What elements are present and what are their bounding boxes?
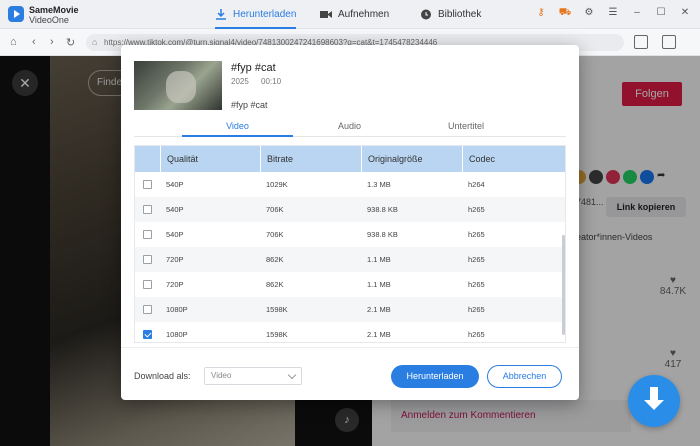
row-checkbox[interactable]: [143, 280, 152, 289]
tab-bibliothek[interactable]: Bibliothek: [420, 0, 481, 29]
cell-size: 1.1 MB: [367, 255, 391, 264]
cell-bitrate: 706K: [266, 205, 284, 214]
home-icon[interactable]: ⌂: [10, 36, 17, 48]
row-checkbox[interactable]: [143, 305, 152, 314]
header-size: Originalgröße: [361, 146, 462, 172]
title-bar: SameMovie VideoOne Herunterladen Aufnehm…: [0, 0, 700, 29]
row-checkbox[interactable]: [143, 180, 152, 189]
tab-aufnehmen[interactable]: Aufnehmen: [320, 0, 389, 29]
download-as-label: Download als:: [134, 371, 191, 381]
cell-quality: 540P: [166, 205, 184, 214]
format-table: Qualität Bitrate Originalgröße Codec 540…: [134, 145, 566, 343]
table-row[interactable]: 1080P 1598K 2.1 MB h265: [135, 297, 565, 322]
cell-bitrate: 1029K: [266, 180, 288, 189]
table-row[interactable]: 540P 706K 938.8 KB h265: [135, 197, 565, 222]
cell-size: 938.8 KB: [367, 205, 398, 214]
video-meta: 2025 00:10: [231, 77, 291, 86]
grid-view-icon[interactable]: [634, 35, 648, 49]
cancel-button[interactable]: Abbrechen: [487, 365, 562, 388]
tab-aufnehmen-label: Aufnehmen: [338, 9, 390, 20]
library-icon: [421, 9, 431, 20]
cell-codec: h265: [468, 330, 485, 339]
cell-size: 2.1 MB: [367, 330, 391, 339]
table-scrollbar[interactable]: [562, 235, 565, 335]
table-row[interactable]: 540P 706K 938.8 KB h265: [135, 222, 565, 247]
row-checkbox[interactable]: [143, 330, 152, 339]
header-bitrate: Bitrate: [260, 146, 361, 172]
app-name: SameMovie VideoOne: [29, 5, 79, 25]
table-header: Qualität Bitrate Originalgröße Codec: [135, 146, 565, 172]
media-type-tabs: Video Audio Untertitel: [134, 115, 566, 137]
video-title: #fyp #cat: [231, 62, 276, 74]
tab-subtitles[interactable]: Untertitel: [406, 121, 526, 131]
key-icon[interactable]: ⚷: [534, 7, 548, 20]
dialog-footer: Download als: Video Herunterladen Abbrec…: [121, 347, 579, 400]
tab-herunterladen[interactable]: Herunterladen: [215, 0, 297, 29]
table-row[interactable]: 720P 862K 1.1 MB h265: [135, 247, 565, 272]
app-name-sub: VideoOne: [29, 15, 69, 25]
settings-icon[interactable]: ⚙: [582, 7, 596, 20]
video-description: #fyp #cat: [231, 100, 268, 110]
cart-icon[interactable]: ⛟: [558, 7, 572, 20]
download-button[interactable]: Herunterladen: [391, 365, 479, 388]
cell-size: 1.3 MB: [367, 180, 391, 189]
minimize-icon[interactable]: –: [630, 7, 644, 20]
row-checkbox[interactable]: [143, 255, 152, 264]
download-icon: [216, 9, 226, 20]
video-thumbnail: [134, 61, 222, 110]
tab-audio[interactable]: Audio: [294, 121, 405, 131]
download-dialog: #fyp #cat 2025 00:10 #fyp #cat Video Aud…: [121, 45, 579, 400]
cell-quality: 1080P: [166, 305, 188, 314]
video-year: 2025: [231, 77, 249, 86]
cell-quality: 720P: [166, 280, 184, 289]
table-row[interactable]: 1080P 1598K 2.1 MB h265: [135, 322, 565, 342]
cell-quality: 540P: [166, 230, 184, 239]
cell-quality: 1080P: [166, 330, 188, 339]
close-icon[interactable]: ✕: [678, 7, 692, 20]
app-logo-icon: [8, 6, 24, 22]
cell-quality: 540P: [166, 180, 184, 189]
record-icon: [320, 11, 332, 18]
row-checkbox[interactable]: [143, 230, 152, 239]
header-quality: Qualität: [160, 146, 260, 172]
cell-size: 938.8 KB: [367, 230, 398, 239]
back-icon[interactable]: ‹: [32, 36, 36, 48]
table-row[interactable]: 720P 862K 1.1 MB h265: [135, 272, 565, 297]
history-icon[interactable]: [662, 35, 676, 49]
forward-icon[interactable]: ›: [50, 36, 54, 48]
cell-codec: h265: [468, 205, 485, 214]
table-row[interactable]: 540P 1029K 1.3 MB h264: [135, 172, 565, 197]
cell-codec: h265: [468, 230, 485, 239]
cell-codec: h265: [468, 305, 485, 314]
active-tab-indicator: [182, 135, 293, 137]
video-duration: 00:10: [261, 77, 282, 86]
header-codec: Codec: [462, 146, 565, 172]
cell-codec: h265: [468, 280, 485, 289]
tab-video[interactable]: Video: [182, 121, 293, 131]
row-checkbox[interactable]: [143, 205, 152, 214]
download-as-select[interactable]: Video: [204, 367, 302, 385]
cell-bitrate: 862K: [266, 280, 284, 289]
cell-bitrate: 1598K: [266, 330, 288, 339]
menu-icon[interactable]: ☰: [606, 7, 620, 20]
reload-icon[interactable]: ↻: [66, 36, 75, 49]
header-checkbox-column: [135, 146, 160, 172]
cell-codec: h264: [468, 180, 485, 189]
cell-size: 1.1 MB: [367, 280, 391, 289]
cell-bitrate: 1598K: [266, 305, 288, 314]
tab-bibliothek-label: Bibliothek: [438, 9, 482, 20]
maximize-icon[interactable]: ☐: [654, 7, 668, 20]
cell-bitrate: 706K: [266, 230, 284, 239]
window-controls: ⚷ ⛟ ⚙ ☰ – ☐ ✕: [534, 7, 692, 20]
cell-bitrate: 862K: [266, 255, 284, 264]
tab-herunterladen-label: Herunterladen: [233, 9, 297, 20]
floating-download-button[interactable]: [628, 375, 680, 427]
app-name-main: SameMovie: [29, 5, 79, 15]
cell-size: 2.1 MB: [367, 305, 391, 314]
cell-codec: h265: [468, 255, 485, 264]
cell-quality: 720P: [166, 255, 184, 264]
